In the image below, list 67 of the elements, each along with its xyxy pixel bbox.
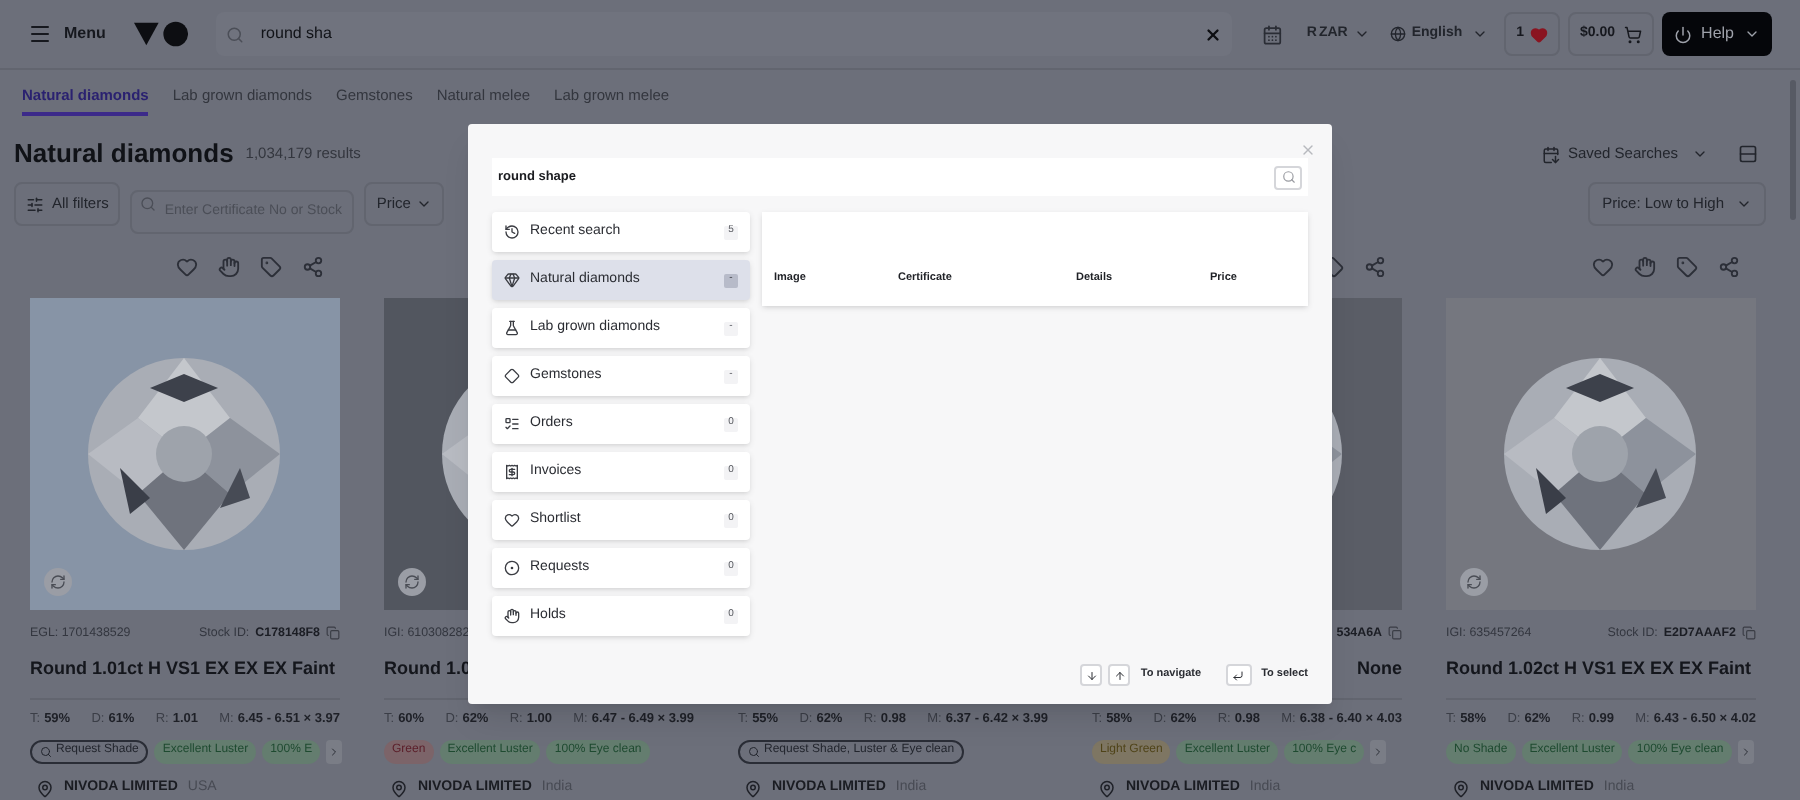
hand-icon [504, 608, 520, 624]
layout-icon[interactable] [1738, 144, 1758, 164]
heart-icon[interactable] [1592, 255, 1614, 277]
gem-icon [504, 272, 520, 288]
location-icon [36, 779, 54, 797]
sliders-icon [26, 195, 44, 213]
circle-dot-icon [504, 560, 520, 576]
page-title: Natural diamonds [14, 136, 234, 173]
enter-icon [1232, 669, 1245, 681]
receipt-icon [504, 464, 520, 480]
menu-button[interactable]: Menu [28, 22, 106, 46]
location-icon [1452, 779, 1470, 797]
share-icon[interactable] [1364, 255, 1386, 277]
search-icon [748, 745, 760, 758]
chevron-down-icon [416, 196, 433, 212]
diamond-title[interactable]: None [1357, 656, 1402, 684]
location-icon [390, 779, 408, 797]
more-tags-button[interactable] [1737, 739, 1754, 764]
more-tags-button[interactable] [326, 739, 343, 764]
flask-icon [504, 320, 520, 336]
heart-icon[interactable] [176, 255, 198, 277]
share-icon[interactable] [302, 255, 324, 277]
copy-icon[interactable] [326, 626, 340, 641]
help-button[interactable]: Help [1661, 12, 1772, 56]
search-icon [140, 196, 157, 212]
close-icon[interactable] [1300, 142, 1316, 158]
heart-icon [504, 512, 520, 528]
share-icon[interactable] [1718, 255, 1740, 277]
chevron-down-icon [1736, 196, 1752, 212]
arrow-up-icon [1113, 669, 1126, 681]
location-icon [1098, 779, 1116, 797]
rotate-icon [50, 574, 66, 590]
chevron-down-icon [1472, 26, 1489, 42]
list-icon [504, 416, 520, 432]
search-icon [1281, 170, 1295, 184]
hand-icon[interactable] [1634, 255, 1656, 277]
cart-icon [1623, 25, 1642, 43]
power-icon [1673, 25, 1692, 43]
copy-icon[interactable] [1742, 626, 1756, 641]
diamond-title[interactable]: Round 1.02ct H VS1 EX EX EX Faint [1446, 656, 1752, 684]
clear-icon[interactable] [1203, 25, 1222, 43]
rotate-icon [1466, 574, 1482, 590]
search-icon [40, 745, 52, 758]
location-icon [744, 779, 762, 797]
diamond-icon [504, 368, 520, 384]
more-tags-button[interactable] [1370, 739, 1387, 764]
heart-icon [1530, 25, 1549, 43]
copy-icon[interactable] [1388, 626, 1402, 641]
chevron-down-icon [1353, 26, 1370, 42]
logo-icon[interactable] [133, 20, 189, 48]
history-icon [504, 224, 520, 240]
chevron-down-icon [1744, 26, 1760, 42]
calendar-icon[interactable] [1261, 23, 1283, 45]
search-field[interactable]: round sha [216, 12, 1232, 56]
rotate-icon [404, 574, 420, 590]
chevron-down-icon [1692, 146, 1708, 162]
diamond-title[interactable]: Round 1.01ct H VS1 EX EX EX Faint [30, 656, 336, 684]
arrow-down-icon [1085, 669, 1098, 681]
chevron-right-icon [1739, 745, 1752, 758]
search-icon [226, 25, 245, 43]
chevron-right-icon [1372, 745, 1385, 758]
chevron-right-icon [328, 745, 341, 758]
calendar-icon [1541, 145, 1560, 163]
globe-icon [1389, 26, 1406, 42]
hand-icon[interactable] [218, 255, 240, 277]
search-button[interactable] [1274, 165, 1302, 189]
menu-icon [28, 22, 52, 46]
